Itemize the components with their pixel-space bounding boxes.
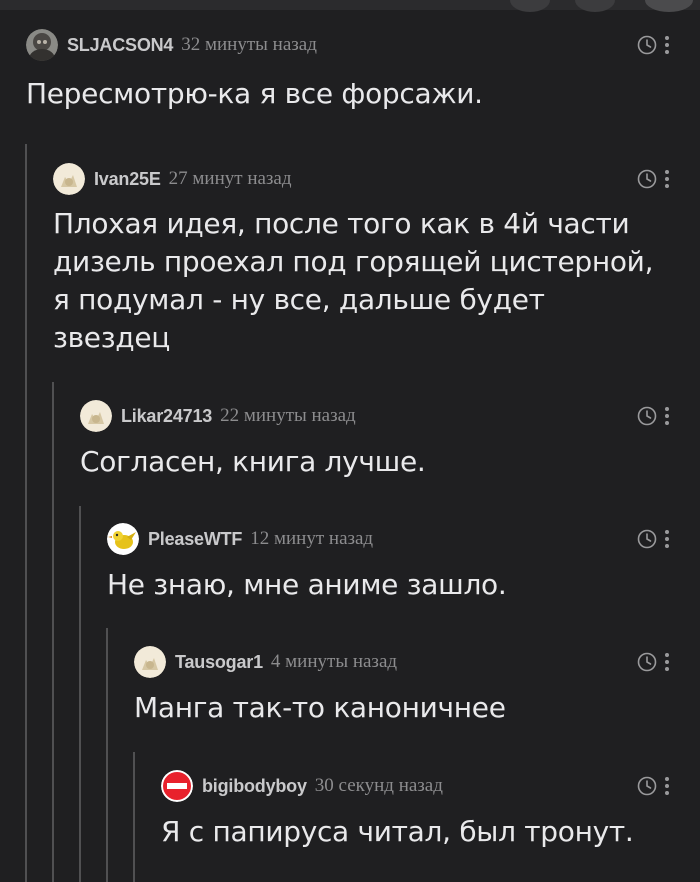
avatar[interactable]: [53, 163, 85, 195]
username[interactable]: Tausogar1: [175, 652, 263, 673]
comment-header: Ivan25E 27 минут назад: [53, 162, 700, 196]
thread-line[interactable]: [133, 752, 135, 882]
more-vertical-icon[interactable]: [664, 405, 670, 427]
clock-icon[interactable]: [637, 776, 657, 796]
comment-text: Плохая идея, после того как в 4й части д…: [53, 207, 654, 354]
comment-text: Я с папируса читал, был тронут.: [161, 815, 634, 848]
thread-line[interactable]: [106, 628, 108, 882]
avatar[interactable]: [134, 646, 166, 678]
comment-header: Likar24713 22 минуты назад: [80, 399, 700, 433]
timestamp[interactable]: 4 минуты назад: [271, 651, 397, 673]
more-vertical-icon[interactable]: [664, 528, 670, 550]
comment-header: Tausogar1 4 минуты назад: [134, 645, 700, 679]
thread-line[interactable]: [79, 506, 81, 882]
username[interactable]: Likar24713: [121, 406, 212, 427]
username[interactable]: PleaseWTF: [148, 529, 242, 550]
comment: Ivan25E 27 минут назад Плохая идея, посл…: [53, 162, 700, 362]
clock-icon[interactable]: [637, 529, 657, 549]
comment-header: bigibodyboy 30 секунд назад: [161, 769, 700, 803]
avatar[interactable]: [26, 29, 58, 61]
thread-line[interactable]: [52, 382, 54, 882]
comment-text: Манга так-то каноничнее: [134, 691, 506, 724]
more-vertical-icon[interactable]: [664, 168, 670, 190]
comment-text: Не знаю, мне аниме зашло.: [107, 568, 507, 601]
timestamp[interactable]: 32 минуты назад: [181, 34, 317, 56]
username[interactable]: Ivan25E: [94, 169, 161, 190]
avatar[interactable]: [80, 400, 112, 432]
username[interactable]: SLJACSON4: [67, 35, 173, 56]
timestamp[interactable]: 12 минут назад: [250, 528, 373, 550]
toolbar-button[interactable]: [510, 0, 550, 12]
toolbar-button[interactable]: [645, 0, 693, 12]
top-toolbar: [0, 0, 700, 12]
avatar[interactable]: [107, 523, 139, 555]
toolbar-button[interactable]: [575, 0, 615, 12]
comment: PleaseWTF 12 минут назад Не знаю, мне ан…: [107, 522, 700, 612]
comment-header: SLJACSON4 32 минуты назад: [26, 28, 700, 62]
comment-header: PleaseWTF 12 минут назад: [107, 522, 700, 556]
comments-screen: SLJACSON4 32 минуты назад Пересмотрю-ка …: [0, 0, 700, 882]
comment: bigibodyboy 30 секунд назад Я с папируса…: [161, 769, 700, 859]
more-vertical-icon[interactable]: [664, 775, 670, 797]
ban-icon[interactable]: [161, 770, 193, 802]
clock-icon[interactable]: [637, 35, 657, 55]
more-vertical-icon[interactable]: [664, 34, 670, 56]
comment: Likar24713 22 минуты назад Согласен, кни…: [80, 399, 700, 489]
timestamp[interactable]: 30 секунд назад: [315, 775, 443, 797]
thread-line[interactable]: [25, 144, 27, 882]
timestamp[interactable]: 27 минут назад: [169, 168, 292, 190]
comment-text: Согласен, книга лучше.: [80, 445, 426, 478]
timestamp[interactable]: 22 минуты назад: [220, 405, 356, 427]
more-vertical-icon[interactable]: [664, 651, 670, 673]
comment: SLJACSON4 32 минуты назад Пересмотрю-ка …: [26, 28, 700, 118]
clock-icon[interactable]: [637, 169, 657, 189]
username[interactable]: bigibodyboy: [202, 776, 307, 797]
comment: Tausogar1 4 минуты назад Манга так-то ка…: [134, 645, 700, 735]
comment-text: Пересмотрю-ка я все форсажи.: [26, 77, 483, 110]
clock-icon[interactable]: [637, 406, 657, 426]
clock-icon[interactable]: [637, 652, 657, 672]
